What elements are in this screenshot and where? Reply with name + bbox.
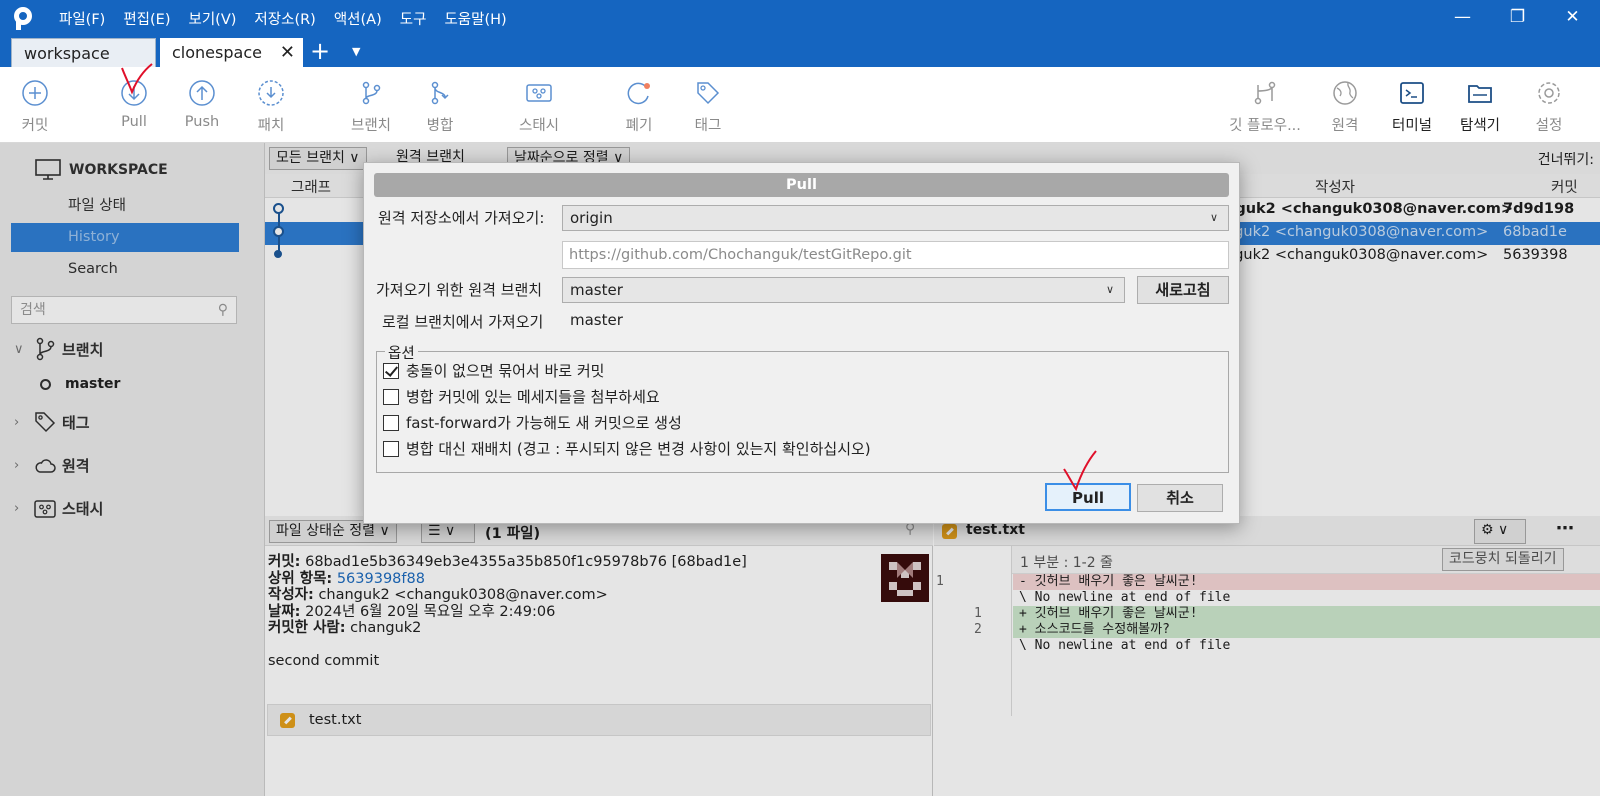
stash-button[interactable]: 스태시	[504, 75, 574, 135]
menu-edit[interactable]: 편집(E)	[114, 8, 179, 29]
remote-branch-select[interactable]: master ∨	[562, 277, 1125, 303]
close-window-icon[interactable]: ✕	[1545, 0, 1600, 36]
settings-button[interactable]: 설정	[1514, 75, 1584, 135]
dialog-title: Pull	[374, 173, 1229, 197]
branch-label: 브랜치	[350, 118, 392, 134]
option-label: 병합 대신 재배치 (경고 : 푸시되지 않은 변경 사항이 있는지 확인하십시…	[406, 440, 871, 458]
branch-icon	[362, 81, 381, 105]
discard-label: 폐기	[625, 118, 653, 134]
menu-help[interactable]: 도움말(H)	[435, 8, 515, 29]
menu-actions[interactable]: 액션(A)	[325, 8, 391, 29]
remote-repo-value: origin	[570, 209, 613, 227]
toolbar: 커밋 Pull Push 패치 브랜치 병합 스태시 폐기 태그 깃 플로우..…	[0, 67, 1600, 143]
tab-workspace[interactable]: workspace	[11, 38, 156, 67]
commit-icon	[22, 80, 48, 106]
remote-branch-value: master	[570, 281, 623, 299]
discard-button[interactable]: 폐기	[604, 75, 674, 135]
close-tab-icon[interactable]: ✕	[280, 38, 295, 67]
remote-label: 원격	[1331, 118, 1359, 134]
gitflow-icon	[1254, 81, 1276, 105]
gitflow-button[interactable]: 깃 플로우...	[1220, 75, 1310, 135]
checkbox-icon	[383, 388, 399, 405]
folder-icon	[1468, 85, 1492, 103]
globe-icon	[1333, 81, 1357, 105]
local-branch-value: master	[570, 311, 623, 329]
remote-branch-label: 가져오기 위한 원격 브랜치	[376, 281, 543, 299]
terminal-button[interactable]: 터미널	[1377, 75, 1447, 135]
push-button[interactable]: Push	[167, 75, 237, 130]
pull-label: Pull	[121, 114, 147, 130]
remote-repo-select[interactable]: origin ∨	[562, 205, 1229, 231]
merge-button[interactable]: 병합	[405, 75, 475, 135]
tab-clonespace-label: clonespace	[172, 43, 262, 62]
local-branch-label: 로컬 브랜치에서 가져오기	[382, 313, 544, 331]
tag-button[interactable]: 태그	[673, 75, 743, 135]
tab-row: workspace clonespace ✕	[0, 36, 1600, 67]
pull-icon	[121, 80, 147, 106]
menu-file[interactable]: 파일(F)	[50, 8, 114, 29]
remote-repo-label: 원격 저장소에서 가져오기:	[378, 209, 545, 227]
terminal-icon	[1400, 82, 1424, 104]
explorer-button[interactable]: 탐색기	[1445, 75, 1515, 135]
tab-clonespace[interactable]: clonespace ✕	[160, 38, 303, 67]
pull-confirm-button[interactable]: Pull	[1045, 483, 1131, 511]
menu-bar: 파일(F) 편집(E) 보기(V) 저장소(R) 액션(A) 도구 도움말(H)	[50, 8, 516, 29]
chevron-down-icon: ∨	[1209, 211, 1218, 224]
option-no-fast-forward[interactable]: fast-forward가 가능해도 새 커밋으로 생성	[383, 412, 682, 433]
patch-button[interactable]: 패치	[236, 75, 306, 135]
tag-label: 태그	[694, 118, 722, 134]
menu-view[interactable]: 보기(V)	[180, 8, 246, 29]
checkbox-icon	[383, 440, 399, 457]
chevron-down-icon: ∨	[1105, 283, 1114, 296]
refresh-button[interactable]: 새로고침	[1137, 276, 1229, 304]
tag-icon	[697, 82, 720, 105]
menu-tools[interactable]: 도구	[391, 8, 436, 29]
gitflow-label: 깃 플로우...	[1229, 118, 1301, 134]
option-rebase[interactable]: 병합 대신 재배치 (경고 : 푸시되지 않은 변경 사항이 있는지 확인하십시…	[383, 438, 871, 459]
discard-icon	[627, 82, 650, 105]
menu-repository[interactable]: 저장소(R)	[245, 8, 324, 29]
option-include-messages[interactable]: 병합 커밋에 있는 메세지들을 첨부하세요	[383, 386, 660, 407]
remote-url-field[interactable]: https://github.com/Chochanguk/testGitRep…	[562, 241, 1229, 269]
push-icon	[189, 80, 215, 106]
sourcetree-logo-icon	[12, 7, 34, 30]
patch-icon	[258, 80, 284, 106]
commit-label: 커밋	[21, 118, 49, 134]
option-label: 병합 커밋에 있는 메세지들을 첨부하세요	[406, 388, 660, 406]
stash-icon	[526, 84, 552, 102]
pull-dialog: Pull 원격 저장소에서 가져오기: origin ∨ https://git…	[363, 162, 1240, 524]
new-tab-icon[interactable]: +	[310, 36, 330, 66]
gear-icon	[1538, 82, 1560, 104]
cancel-button[interactable]: 취소	[1137, 484, 1223, 512]
merge-label: 병합	[426, 118, 454, 134]
merge-icon	[431, 81, 449, 105]
tab-list-chevron-icon[interactable]: ▼	[352, 36, 360, 68]
option-commit-merged[interactable]: 충돌이 없으면 묶어서 바로 커밋	[383, 360, 604, 381]
push-label: Push	[184, 114, 220, 130]
explorer-label: 탐색기	[1459, 118, 1501, 134]
pull-button[interactable]: Pull	[99, 75, 169, 130]
minimize-icon[interactable]: —	[1435, 0, 1490, 36]
settings-label: 설정	[1535, 118, 1563, 134]
title-bar: 파일(F) 편집(E) 보기(V) 저장소(R) 액션(A) 도구 도움말(H)…	[0, 0, 1600, 36]
checkbox-icon	[383, 414, 399, 431]
terminal-label: 터미널	[1391, 118, 1433, 134]
option-label: fast-forward가 가능해도 새 커밋으로 생성	[406, 414, 682, 432]
window-controls: — ❐ ✕	[1435, 0, 1600, 36]
remote-button[interactable]: 원격	[1310, 75, 1380, 135]
checkbox-checked-icon	[383, 362, 399, 379]
stash-label: 스태시	[518, 118, 560, 134]
options-group: 옵션 충돌이 없으면 묶어서 바로 커밋 병합 커밋에 있는 메세지들을 첨부하…	[376, 342, 1229, 473]
branch-button[interactable]: 브랜치	[336, 75, 406, 135]
commit-button[interactable]: 커밋	[0, 75, 70, 135]
patch-label: 패치	[257, 118, 285, 134]
restore-icon[interactable]: ❐	[1490, 0, 1545, 36]
option-label: 충돌이 없으면 묶어서 바로 커밋	[406, 362, 605, 380]
